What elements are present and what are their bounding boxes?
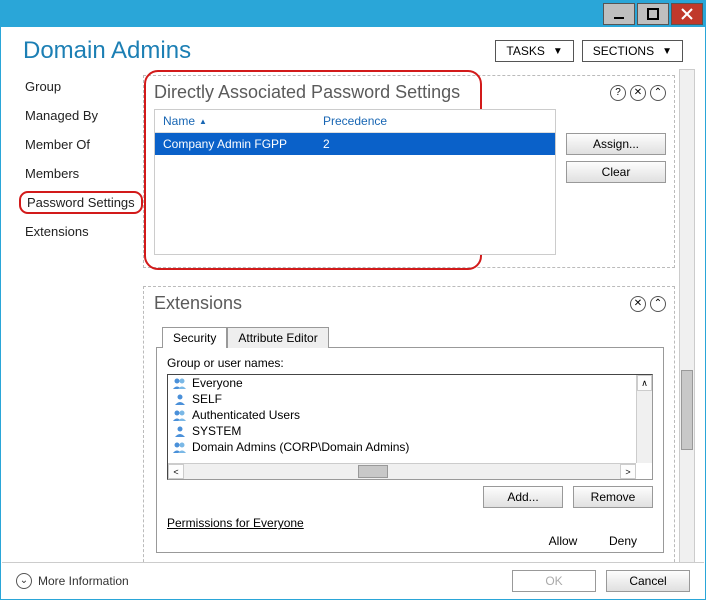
chevron-down-icon: ▼ bbox=[553, 46, 563, 57]
group-listbox[interactable]: Everyone SELF Authenticated Users bbox=[167, 374, 653, 480]
group-icon bbox=[172, 441, 188, 453]
list-item[interactable]: Domain Admins (CORP\Domain Admins) bbox=[168, 439, 636, 455]
group-icon bbox=[172, 377, 188, 389]
sidebar: Group Managed By Member Of Members Passw… bbox=[7, 69, 143, 249]
security-tabpanel: Group or user names: Everyone SELF bbox=[156, 347, 664, 553]
sidebar-item-extensions[interactable]: Extensions bbox=[19, 220, 143, 243]
col-name-header[interactable]: Name bbox=[163, 114, 195, 128]
assign-button[interactable]: Assign... bbox=[566, 133, 666, 155]
permissions-label: Permissions for Everyone bbox=[167, 516, 653, 530]
clear-button[interactable]: Clear bbox=[566, 161, 666, 183]
permissions-header: Allow Deny bbox=[167, 534, 653, 548]
cancel-button[interactable]: Cancel bbox=[606, 570, 690, 592]
list-item[interactable]: SELF bbox=[168, 391, 636, 407]
sidebar-item-password-settings[interactable]: Password Settings bbox=[19, 191, 143, 214]
user-icon bbox=[172, 425, 188, 437]
scroll-thumb[interactable] bbox=[681, 370, 693, 450]
page-header: Domain Admins TASKS ▼ SECTIONS ▼ bbox=[1, 27, 705, 69]
horizontal-scrollbar[interactable]: < > bbox=[168, 463, 636, 479]
cell-name: Company Admin FGPP bbox=[163, 137, 323, 151]
password-settings-section: Directly Associated Password Settings ? … bbox=[143, 75, 675, 268]
scroll-left-icon[interactable]: < bbox=[168, 464, 184, 479]
list-item[interactable]: SYSTEM bbox=[168, 423, 636, 439]
more-information-toggle[interactable]: ⌄ More Information bbox=[16, 573, 129, 589]
content-scrollbar[interactable] bbox=[679, 69, 695, 590]
more-info-label: More Information bbox=[38, 574, 129, 588]
tab-attribute-editor[interactable]: Attribute Editor bbox=[227, 327, 328, 348]
list-item-label: Authenticated Users bbox=[192, 408, 300, 422]
page-title: Domain Admins bbox=[23, 37, 191, 65]
collapse-icon[interactable]: ⌃ bbox=[650, 85, 666, 101]
sidebar-item-group[interactable]: Group bbox=[19, 75, 143, 98]
collapse-icon[interactable]: ⌃ bbox=[650, 296, 666, 312]
window-close-button[interactable] bbox=[671, 3, 703, 25]
extensions-section-title: Extensions bbox=[154, 293, 242, 314]
sidebar-item-member-of[interactable]: Member Of bbox=[19, 133, 143, 156]
sections-dropdown[interactable]: SECTIONS ▼ bbox=[582, 40, 683, 62]
help-icon[interactable]: ? bbox=[610, 85, 626, 101]
close-icon[interactable]: ✕ bbox=[630, 296, 646, 312]
col-precedence-header[interactable]: Precedence bbox=[323, 114, 547, 128]
password-section-title: Directly Associated Password Settings bbox=[154, 82, 460, 103]
list-item-label: Everyone bbox=[192, 376, 243, 390]
scroll-thumb[interactable] bbox=[358, 465, 388, 478]
close-icon[interactable]: ✕ bbox=[630, 85, 646, 101]
list-item-label: Domain Admins (CORP\Domain Admins) bbox=[192, 440, 409, 454]
group-user-label: Group or user names: bbox=[167, 356, 653, 370]
extensions-section: Extensions ✕ ⌃ Security Attribute Editor… bbox=[143, 286, 675, 572]
scroll-up-icon[interactable]: ∧ bbox=[637, 375, 652, 391]
list-item-label: SELF bbox=[192, 392, 222, 406]
tasks-dropdown[interactable]: TASKS ▼ bbox=[495, 40, 573, 62]
window-titlebar bbox=[1, 1, 705, 27]
group-icon bbox=[172, 409, 188, 421]
list-item[interactable]: Authenticated Users bbox=[168, 407, 636, 423]
password-settings-table[interactable]: Name ▲ Precedence Company Admin FGPP 2 bbox=[154, 109, 556, 255]
table-row[interactable]: Company Admin FGPP 2 bbox=[155, 133, 555, 155]
sidebar-item-members[interactable]: Members bbox=[19, 162, 143, 185]
scroll-right-icon[interactable]: > bbox=[620, 464, 636, 479]
list-item[interactable]: Everyone bbox=[168, 375, 636, 391]
vertical-scrollbar[interactable]: ∧ bbox=[636, 375, 652, 463]
tasks-label: TASKS bbox=[506, 44, 544, 58]
table-header[interactable]: Name ▲ Precedence bbox=[155, 110, 555, 133]
chevron-down-icon: ▼ bbox=[662, 46, 672, 57]
sidebar-item-managed-by[interactable]: Managed By bbox=[19, 104, 143, 127]
user-icon bbox=[172, 393, 188, 405]
ok-button[interactable]: OK bbox=[512, 570, 596, 592]
window-maximize-button[interactable] bbox=[637, 3, 669, 25]
sections-label: SECTIONS bbox=[593, 44, 654, 58]
deny-header: Deny bbox=[593, 534, 653, 548]
add-button[interactable]: Add... bbox=[483, 486, 563, 508]
cell-precedence: 2 bbox=[323, 137, 547, 151]
allow-header: Allow bbox=[533, 534, 593, 548]
list-item-label: SYSTEM bbox=[192, 424, 241, 438]
window-minimize-button[interactable] bbox=[603, 3, 635, 25]
chevron-down-icon: ⌄ bbox=[16, 573, 32, 589]
tab-security[interactable]: Security bbox=[162, 327, 227, 348]
dialog-footer: ⌄ More Information OK Cancel bbox=[2, 562, 704, 598]
remove-button[interactable]: Remove bbox=[573, 486, 653, 508]
sort-asc-icon: ▲ bbox=[199, 117, 207, 126]
